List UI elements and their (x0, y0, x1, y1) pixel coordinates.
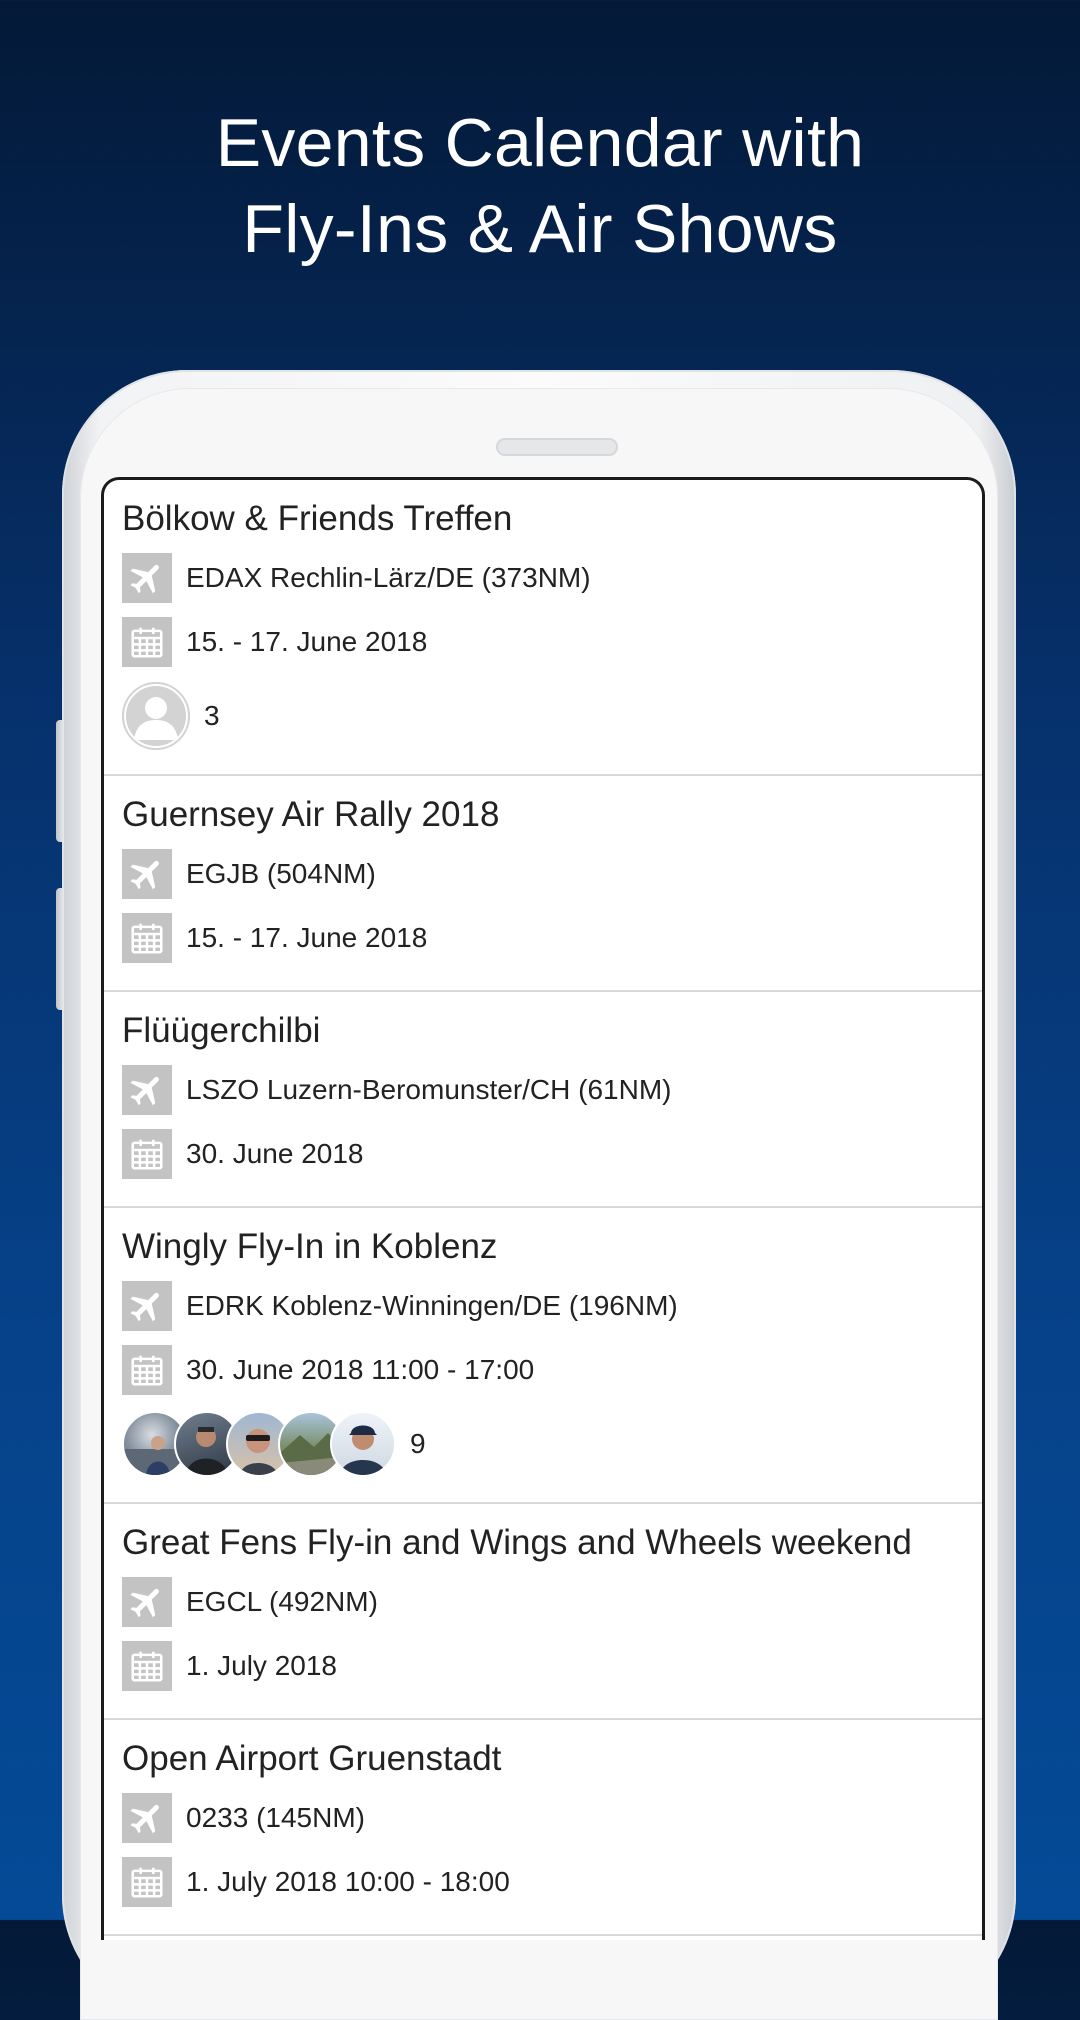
airplane-icon (122, 553, 172, 603)
event-title: Wingly Fly-In in Koblenz (122, 1227, 498, 1266)
calendar-icon (122, 1641, 172, 1691)
event-airport-row: EGCL (492NM) (122, 1570, 964, 1634)
event-date-row: 30. June 2018 (122, 1122, 964, 1186)
event-date-row: 15. - 17. June 2018 (122, 906, 964, 970)
calendar-icon (122, 913, 172, 963)
event-date-row: 1. July 2018 (122, 1634, 964, 1698)
event-airport: EDRK Koblenz-Winningen/DE (196NM) (186, 1290, 678, 1321)
headline-line-2: Fly-Ins & Air Shows (242, 191, 838, 267)
event-item[interactable]: Bölkow & Friends Treffen EDAX Rechlin-Lä… (104, 480, 982, 776)
event-title: Bölkow & Friends Treffen (122, 499, 513, 538)
event-attendees[interactable]: 9 (122, 1406, 964, 1482)
event-item[interactable]: Open Airport Gruenstadt 0233 (145NM) 1. … (104, 1720, 982, 1936)
headline: Events Calendar with Fly-Ins & Air Shows (0, 100, 1080, 272)
headline-line-1: Events Calendar with (215, 105, 865, 181)
event-date: 15. - 17. June 2018 (186, 626, 428, 657)
event-item[interactable]: Great Fens Fly-in and Wings and Wheels w… (104, 1504, 982, 1720)
event-airport: EGCL (492NM) (186, 1586, 378, 1617)
event-date-row: 15. - 17. June 2018 (122, 610, 964, 674)
event-airport: LSZO Luzern-Beromunster/CH (61NM) (186, 1074, 672, 1105)
airplane-icon (122, 1793, 172, 1843)
airplane-icon (122, 1577, 172, 1627)
phone-side-button-bottom (56, 888, 64, 1010)
event-date-row: 1. July 2018 10:00 - 18:00 (122, 1850, 964, 1914)
phone-side-button-top (56, 720, 64, 842)
event-date: 15. - 17. June 2018 (186, 922, 428, 953)
event-airport: 0233 (145NM) (186, 1802, 365, 1833)
attendee-avatars (122, 1411, 396, 1477)
event-date: 30. June 2018 (186, 1138, 364, 1169)
event-item[interactable]: Wingly Fly-In in Koblenz EDRK Koblenz-Wi… (104, 1208, 982, 1504)
event-date: 1. July 2018 10:00 - 18:00 (186, 1866, 510, 1897)
event-airport-row: LSZO Luzern-Beromunster/CH (61NM) (122, 1058, 964, 1122)
calendar-icon (122, 1857, 172, 1907)
event-airport-row: EGJB (504NM) (122, 842, 964, 906)
event-item[interactable]: Flüügerchilbi LSZO Luzern-Beromunster/CH… (104, 992, 982, 1208)
event-airport-row: EDAX Rechlin-Lärz/DE (373NM) (122, 546, 964, 610)
event-airport: EGJB (504NM) (186, 858, 376, 889)
event-title: Flüügerchilbi (122, 1011, 321, 1050)
calendar-icon (122, 1345, 172, 1395)
event-airport-row: 0233 (145NM) (122, 1786, 964, 1850)
airplane-icon (122, 1281, 172, 1331)
attendee-count: 9 (410, 1428, 426, 1459)
event-attendees[interactable]: 3 (122, 678, 964, 754)
event-date: 30. June 2018 11:00 - 17:00 (186, 1354, 535, 1385)
attendee-avatar-photo (330, 1411, 396, 1477)
calendar-icon (122, 1129, 172, 1179)
event-title: Guernsey Air Rally 2018 (122, 795, 500, 834)
airplane-icon (122, 849, 172, 899)
event-title: Open Airport Gruenstadt (122, 1739, 502, 1778)
event-title: Great Fens Fly-in and Wings and Wheels w… (122, 1523, 912, 1562)
event-date-row: 30. June 2018 11:00 - 17:00 (122, 1338, 964, 1402)
event-date: 1. July 2018 (186, 1650, 337, 1681)
person-avatar-icon (122, 682, 190, 750)
event-item[interactable]: Guernsey Air Rally 2018 EGJB (504NM) 15.… (104, 776, 982, 992)
phone-speaker (496, 438, 618, 456)
attendee-count: 3 (204, 700, 220, 731)
airplane-icon (122, 1065, 172, 1115)
event-airport: EDAX Rechlin-Lärz/DE (373NM) (186, 562, 591, 593)
event-airport-row: EDRK Koblenz-Winningen/DE (196NM) (122, 1274, 964, 1338)
calendar-icon (122, 617, 172, 667)
events-list[interactable]: Bölkow & Friends Treffen EDAX Rechlin-Lä… (101, 477, 985, 1940)
